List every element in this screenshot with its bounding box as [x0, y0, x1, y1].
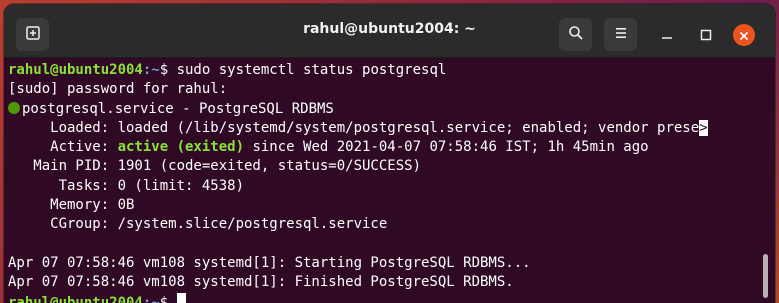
- terminal-output[interactable]: rahul@ubuntu2004:~$ sudo systemctl statu…: [4, 58, 775, 303]
- maximize-icon: [700, 26, 712, 45]
- mainpid-line: Main PID: 1901 (code=exited, status=0/SU…: [8, 158, 422, 175]
- sudo-prompt-line: [sudo] password for rahul:: [8, 81, 228, 98]
- prompt-line: rahul@ubuntu2004:~$: [8, 292, 708, 303]
- prompt-symbol: $: [159, 62, 177, 78]
- service-line: postgresql.service - PostgreSQL RDBMS: [8, 100, 708, 119]
- maximize-button[interactable]: [695, 24, 717, 46]
- hamburger-icon: [614, 25, 628, 44]
- prompt-path: :~: [142, 62, 160, 78]
- search-button[interactable]: [559, 18, 592, 51]
- log-line: Apr 07 07:58:46 vm108 systemd[1]: Starti…: [8, 254, 531, 271]
- active-label: Active:: [8, 139, 118, 156]
- prompt-user: rahul@ubuntu2004: [8, 294, 143, 303]
- close-icon: [739, 26, 749, 45]
- loaded-text: Loaded: loaded (/lib/systemd/system/post…: [8, 119, 700, 136]
- cgroup-line: CGroup: /system.slice/postgresql.service: [8, 216, 388, 233]
- log-line: Apr 07 07:58:46 vm108 systemd[1]: Finish…: [8, 274, 514, 291]
- prompt-line: rahul@ubuntu2004:~$ sudo systemctl statu…: [8, 61, 708, 80]
- text-cursor: [176, 292, 186, 303]
- truncation-marker: >: [699, 119, 708, 136]
- prompt-path: :~: [142, 294, 160, 303]
- status-dot-icon: [8, 101, 20, 114]
- service-text: postgresql.service - PostgreSQL RDBMS: [22, 100, 334, 117]
- minimize-button[interactable]: [656, 24, 678, 46]
- active-line: Active: active (exited) since Wed 2021-0…: [8, 138, 708, 157]
- prompt-user: rahul@ubuntu2004: [8, 62, 143, 78]
- active-status: active (exited): [117, 139, 245, 156]
- close-button[interactable]: [733, 24, 755, 46]
- title-bar: rahul@ubuntu2004: ~: [4, 4, 775, 58]
- terminal-window: rahul@ubuntu2004: ~ rahul@ubuntu2004:~$ …: [4, 4, 775, 303]
- command-text: sudo systemctl status postgresql: [176, 62, 447, 78]
- memory-line: Memory: 0B: [8, 197, 135, 214]
- tasks-line: Tasks: 0 (limit: 4538): [8, 177, 245, 194]
- loaded-line: Loaded: loaded (/lib/systemd/system/post…: [8, 119, 708, 138]
- active-since: since Wed 2021-04-07 07:58:46 IST; 1h 45…: [244, 139, 649, 156]
- scrollbar-thumb[interactable]: [763, 254, 768, 298]
- search-icon: [568, 25, 584, 45]
- menu-button[interactable]: [604, 18, 637, 51]
- minimize-icon: [661, 26, 673, 45]
- prompt-symbol: $: [159, 294, 177, 303]
